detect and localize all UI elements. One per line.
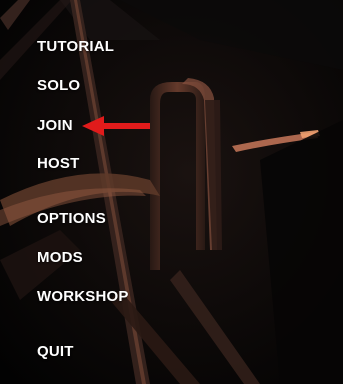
menu-item-join[interactable]: JOIN (37, 117, 73, 135)
background-scene (0, 0, 343, 384)
menu-item-mods[interactable]: MODS (37, 249, 83, 267)
menu-item-quit[interactable]: QUIT (37, 343, 74, 361)
red-arrow-icon (82, 116, 150, 136)
menu-item-workshop[interactable]: WORKSHOP (37, 288, 129, 306)
main-menu-screen: TUTORIAL SOLO JOIN HOST OPTIONS MODS WOR… (0, 0, 343, 384)
menu-item-options[interactable]: OPTIONS (37, 210, 106, 228)
menu-item-solo[interactable]: SOLO (37, 77, 80, 95)
menu-item-host[interactable]: HOST (37, 155, 79, 173)
menu-item-tutorial[interactable]: TUTORIAL (37, 38, 114, 56)
